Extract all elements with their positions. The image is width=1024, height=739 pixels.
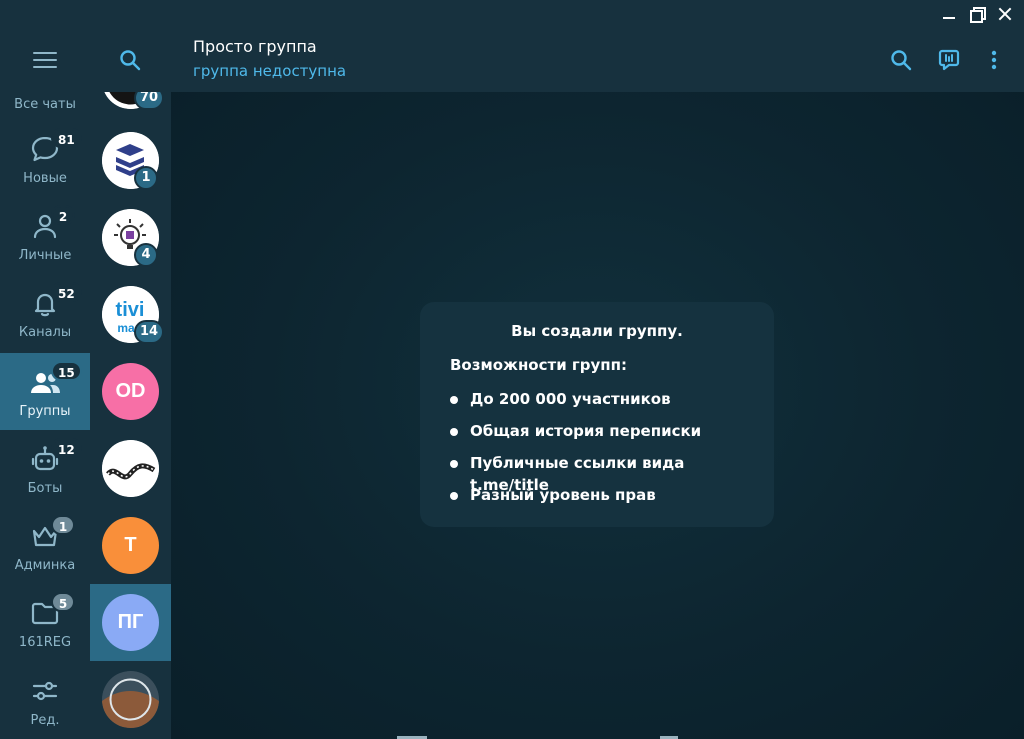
- feature-list: До 200 000 участников Общая история пере…: [450, 388, 744, 516]
- chat-item-active[interactable]: ПГ: [90, 584, 171, 661]
- avatar: ПГ: [102, 594, 159, 651]
- card-title: Вы создали группу.: [511, 322, 683, 340]
- svg-text:ma: ma: [117, 321, 135, 335]
- folder-groups[interactable]: 15 Группы: [0, 353, 90, 430]
- folder-personal[interactable]: 2 Личные: [0, 197, 90, 274]
- voice-chat-icon[interactable]: [937, 48, 961, 72]
- feature-item: Публичные ссылки вида t.me/title: [450, 452, 744, 494]
- folder-label: Админка: [14, 558, 76, 573]
- folder-badge: 15: [51, 361, 82, 381]
- chat-header: Просто группа группа недоступна: [171, 0, 1024, 92]
- minimize-icon[interactable]: [942, 7, 956, 21]
- unread-badge: 1: [134, 166, 158, 190]
- folder-edit[interactable]: Ред.: [0, 662, 90, 739]
- folder-161reg[interactable]: 5 161REG: [0, 584, 90, 661]
- chat-item[interactable]: [90, 661, 171, 738]
- hamburger-menu-icon[interactable]: [33, 52, 57, 68]
- folder-badge: 52: [51, 282, 82, 302]
- avatar-initials: OD: [115, 380, 146, 402]
- feature-item: Разный уровень прав: [450, 484, 744, 516]
- search-icon[interactable]: [889, 48, 913, 72]
- avatar: [102, 440, 159, 497]
- chat-list-header: [90, 0, 171, 92]
- folder-label: Каналы: [18, 325, 72, 340]
- avatar-initials: T: [124, 534, 137, 556]
- folder-channels[interactable]: 52 Каналы: [0, 274, 90, 351]
- unread-badge: 14: [134, 320, 165, 344]
- group-created-card: Вы создали группу. Возможности групп: До…: [420, 302, 774, 527]
- folder-label: Ред.: [30, 713, 60, 728]
- chat-list[interactable]: CH 70 1 4 tivima 14 OD T ПГ: [90, 0, 171, 739]
- more-vert-icon[interactable]: [982, 48, 1006, 72]
- close-icon[interactable]: [998, 7, 1012, 21]
- message-area[interactable]: Вы создали группу. Возможности групп: До…: [171, 92, 1024, 739]
- window-controls: [942, 6, 1012, 23]
- folder-badge: 12: [51, 438, 82, 458]
- feature-item: Общая история переписки: [450, 420, 744, 452]
- folder-sidebar: Все чаты 81 Новые 2 Личные 52 Каналы 15 …: [0, 0, 90, 739]
- sliders-icon: [29, 675, 61, 707]
- folder-admin[interactable]: 1 Админка: [0, 507, 90, 584]
- folder-sidebar-header: [0, 0, 90, 92]
- chat-item[interactable]: 4: [90, 199, 171, 276]
- chat-item[interactable]: T: [90, 507, 171, 584]
- folder-badge: 81: [51, 128, 82, 148]
- folder-badge: 2: [51, 205, 75, 225]
- folder-label: 161REG: [18, 635, 72, 650]
- chat-status: группа недоступна: [193, 62, 347, 80]
- unread-badge: 4: [134, 243, 158, 267]
- search-icon[interactable]: [118, 48, 142, 72]
- folder-all-chats[interactable]: Все чаты: [0, 92, 90, 120]
- folder-new[interactable]: 81 Новые: [0, 120, 90, 197]
- folder-label: Личные: [18, 248, 72, 263]
- folder-badge: 1: [51, 515, 75, 535]
- folder-label: Группы: [19, 404, 71, 419]
- folder-label: Боты: [27, 481, 63, 496]
- chat-item[interactable]: OD: [90, 353, 171, 430]
- card-subtitle: Возможности групп:: [450, 356, 628, 374]
- chat-title[interactable]: Просто группа: [193, 37, 317, 56]
- avatar: OD: [102, 363, 159, 420]
- chat-item[interactable]: [90, 430, 171, 507]
- maximize-icon[interactable]: [970, 7, 986, 23]
- svg-text:tivi: tivi: [116, 299, 145, 321]
- feature-item: До 200 000 участников: [450, 388, 744, 420]
- chat-item[interactable]: tivi ma 14: [90, 276, 171, 353]
- folder-bots[interactable]: 12 Боты: [0, 430, 90, 507]
- avatar-initials: ПГ: [117, 611, 144, 633]
- avatar: [102, 671, 159, 728]
- folder-badge: 5: [51, 592, 75, 612]
- folder-label: Новые: [23, 171, 67, 186]
- avatar: T: [102, 517, 159, 574]
- folder-all-chats-label: Все чаты: [14, 97, 76, 112]
- chat-item[interactable]: 1: [90, 122, 171, 199]
